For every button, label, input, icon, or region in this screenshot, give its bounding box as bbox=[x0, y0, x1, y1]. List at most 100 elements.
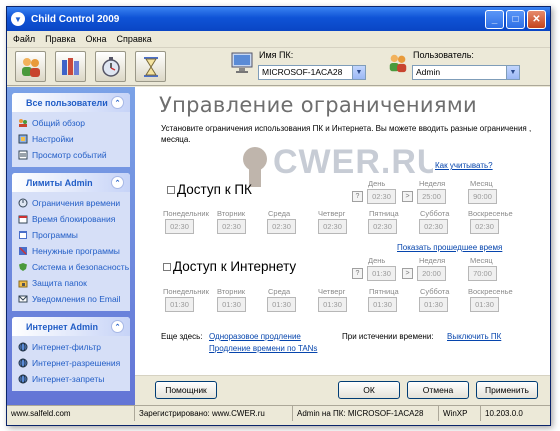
pc-mon-input[interactable]: 02:30 bbox=[165, 219, 194, 234]
close-button[interactable]: ✕ bbox=[527, 9, 546, 29]
user-avatar-icon bbox=[389, 54, 407, 73]
sidebar-item-internet-allow[interactable]: Интернет-разрешения bbox=[18, 355, 126, 371]
status-site: www.salfeld.com bbox=[7, 406, 135, 421]
pc-access-checkbox[interactable] bbox=[167, 185, 175, 194]
tan-extension-link[interactable]: Продление времени по TANs bbox=[209, 344, 317, 353]
pc-more-button[interactable]: > bbox=[402, 191, 413, 202]
sidebar-item-system-security[interactable]: Система и безопасность bbox=[18, 259, 129, 275]
time-tool-button[interactable] bbox=[95, 51, 126, 82]
chevron-down-icon: ▼ bbox=[506, 66, 519, 79]
app-icon: ▼ bbox=[11, 12, 25, 26]
sidebar-group-header[interactable]: Интернет Admin ⌃ bbox=[12, 317, 130, 336]
collapse-icon[interactable]: ⌃ bbox=[111, 320, 124, 333]
inet-sun-input[interactable]: 01:30 bbox=[470, 297, 499, 312]
show-past-time-link[interactable]: Показать прошедшее время bbox=[397, 243, 502, 252]
pc-wed-label: Среда bbox=[268, 209, 291, 218]
status-os: WinXP bbox=[439, 406, 481, 421]
limits-tool-button[interactable] bbox=[55, 51, 86, 82]
inet-day-input[interactable]: 01:30 bbox=[367, 266, 396, 281]
maximize-button[interactable]: □ bbox=[506, 9, 525, 29]
helper-button[interactable]: Помощник bbox=[155, 381, 217, 399]
inet-more-button[interactable]: > bbox=[402, 268, 413, 279]
pc-tue-input[interactable]: 02:30 bbox=[217, 219, 246, 234]
pc-fri-input[interactable]: 02:30 bbox=[368, 219, 397, 234]
sidebar-item-settings[interactable]: Настройки bbox=[18, 131, 126, 147]
settings-icon bbox=[18, 134, 28, 144]
pc-sun-label: Воскресенье bbox=[468, 209, 513, 218]
users-icon bbox=[21, 57, 40, 77]
pc-month-label: Месяц bbox=[470, 179, 493, 188]
collapse-icon[interactable]: ⌃ bbox=[111, 176, 124, 189]
inet-thu-input[interactable]: 01:30 bbox=[318, 297, 347, 312]
user-select[interactable]: Admin ▼ bbox=[412, 65, 520, 80]
sidebar-group-internet: Интернет Admin ⌃ Интернет-фильтр Интерне… bbox=[12, 317, 130, 391]
pc-sun-input[interactable]: 02:30 bbox=[470, 219, 499, 234]
users-tool-button[interactable] bbox=[15, 51, 46, 82]
pc-day-input[interactable]: 02:30 bbox=[367, 189, 396, 204]
inet-help-button[interactable]: ? bbox=[352, 268, 363, 279]
menu-help[interactable]: Справка bbox=[116, 34, 151, 44]
sidebar-item-email-notifications[interactable]: Уведомления по Email bbox=[18, 291, 126, 307]
cancel-button[interactable]: Отмена bbox=[407, 381, 469, 399]
menu-edit[interactable]: Правка bbox=[45, 34, 75, 44]
inet-tue-input[interactable]: 01:30 bbox=[217, 297, 246, 312]
pc-name-select[interactable]: MICROSOF-1ACA28 ▼ bbox=[258, 65, 366, 80]
sidebar-item-folder-protection[interactable]: Защита папок bbox=[18, 275, 126, 291]
folder-lock-icon bbox=[18, 280, 28, 288]
sidebar: Все пользователи ⌃ Общий обзор Настройки… bbox=[7, 87, 135, 405]
hourglass-icon bbox=[143, 56, 158, 77]
internet-access-title[interactable]: Доступ к Интернету bbox=[163, 259, 296, 274]
shutdown-pc-link[interactable]: Выключить ПК bbox=[447, 332, 501, 341]
inet-sat-input[interactable]: 01:30 bbox=[419, 297, 448, 312]
also-here-label: Еще здесь: bbox=[161, 332, 203, 341]
watermark-logo: CWER.RU bbox=[243, 143, 433, 187]
globe-icon bbox=[18, 342, 28, 352]
inet-week-label: Неделя bbox=[419, 256, 446, 265]
pc-mon-label: Понедельник bbox=[163, 209, 209, 218]
menu-file[interactable]: Файл bbox=[13, 34, 35, 44]
sidebar-group-limits: Лимиты Admin ⌃ Ограничения времени Время… bbox=[12, 173, 130, 311]
pc-thu-input[interactable]: 02:30 bbox=[318, 219, 347, 234]
pc-month-input[interactable]: 90:00 bbox=[468, 189, 497, 204]
sidebar-group-all-users: Все пользователи ⌃ Общий обзор Настройки… bbox=[12, 93, 130, 167]
inet-mon-input[interactable]: 01:30 bbox=[165, 297, 194, 312]
sidebar-item-internet-filter[interactable]: Интернет-фильтр bbox=[18, 339, 126, 355]
sidebar-item-overview[interactable]: Общий обзор bbox=[18, 115, 126, 131]
sidebar-group-header[interactable]: Лимиты Admin ⌃ bbox=[12, 173, 130, 192]
pc-day-label: День bbox=[368, 179, 386, 188]
pc-sat-input[interactable]: 02:30 bbox=[419, 219, 448, 234]
status-admin-pc: Admin на ПК: MICROSOF-1ACA28 bbox=[293, 406, 439, 421]
menu-windows[interactable]: Окна bbox=[86, 34, 107, 44]
inet-month-label: Месяц bbox=[470, 256, 493, 265]
internet-access-checkbox[interactable] bbox=[163, 262, 171, 271]
pc-week-input[interactable]: 25:00 bbox=[417, 189, 446, 204]
sidebar-item-events[interactable]: Просмотр событий bbox=[18, 147, 126, 163]
how-to-count-link[interactable]: Как учитывать? bbox=[435, 161, 493, 170]
pc-wed-input[interactable]: 02:30 bbox=[267, 219, 296, 234]
inet-fri-input[interactable]: 01:30 bbox=[368, 297, 397, 312]
pc-help-button[interactable]: ? bbox=[352, 191, 363, 202]
ok-button[interactable]: ОК bbox=[338, 381, 400, 399]
sidebar-item-block-time[interactable]: Время блокирования bbox=[18, 211, 126, 227]
apply-button[interactable]: Применить bbox=[476, 381, 538, 399]
sidebar-item-time-limits[interactable]: Ограничения времени bbox=[18, 195, 126, 211]
inet-week-input[interactable]: 20:00 bbox=[417, 266, 446, 281]
inet-month-input[interactable]: 70:00 bbox=[468, 266, 497, 281]
hourglass-tool-button[interactable] bbox=[135, 51, 166, 82]
events-icon bbox=[18, 150, 28, 160]
sidebar-item-unwanted-programs[interactable]: Ненужные программы bbox=[18, 243, 126, 259]
pc-sat-label: Суббота bbox=[420, 209, 450, 218]
pc-access-title[interactable]: Доступ к ПК bbox=[167, 182, 252, 197]
inet-wed-input[interactable]: 01:30 bbox=[267, 297, 296, 312]
sidebar-item-programs[interactable]: Программы bbox=[18, 227, 126, 243]
pc-thu-label: Четверг bbox=[318, 209, 346, 218]
status-bar: www.salfeld.com Зарегистрировано: www.CW… bbox=[7, 405, 550, 421]
minimize-button[interactable]: _ bbox=[485, 9, 504, 29]
one-time-extension-link[interactable]: Одноразовое продление bbox=[209, 332, 301, 341]
sidebar-item-internet-deny[interactable]: Интернет-запреты bbox=[18, 371, 126, 387]
inet-sun-label: Воскресенье bbox=[468, 287, 513, 296]
sidebar-group-header[interactable]: Все пользователи ⌃ bbox=[12, 93, 130, 112]
pc-name-value: MICROSOF-1ACA28 bbox=[262, 67, 343, 77]
collapse-icon[interactable]: ⌃ bbox=[111, 96, 124, 109]
inet-mon-label: Понедельник bbox=[163, 287, 209, 296]
